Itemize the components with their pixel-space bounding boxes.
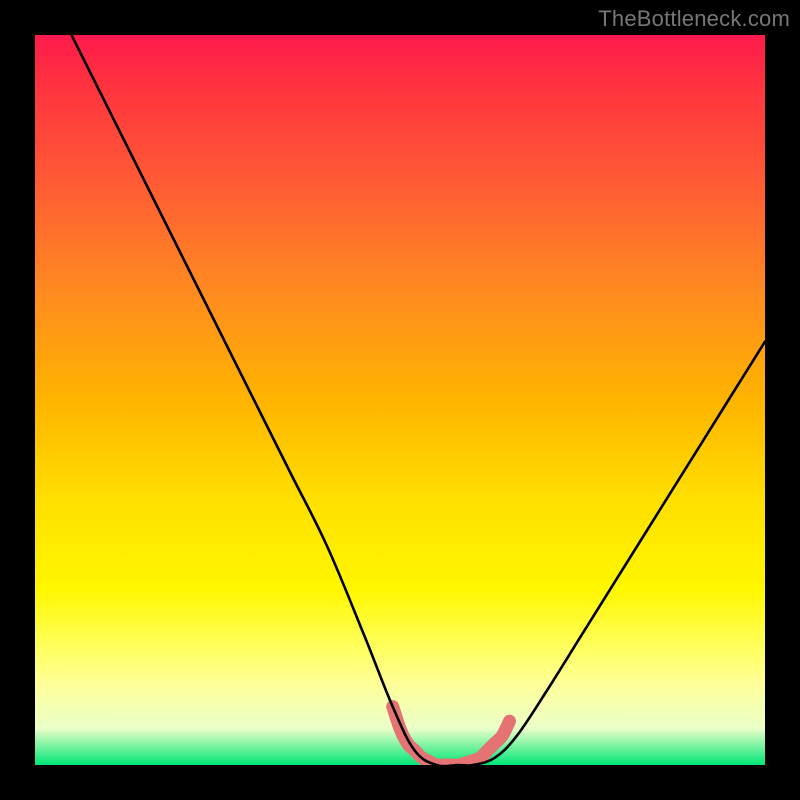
valley-highlight: [393, 707, 510, 765]
chart-svg: [35, 35, 765, 765]
bottleneck-curve: [72, 35, 766, 765]
plot-area: [35, 35, 765, 765]
chart-frame: TheBottleneck.com: [0, 0, 800, 800]
watermark-text: TheBottleneck.com: [598, 6, 790, 32]
